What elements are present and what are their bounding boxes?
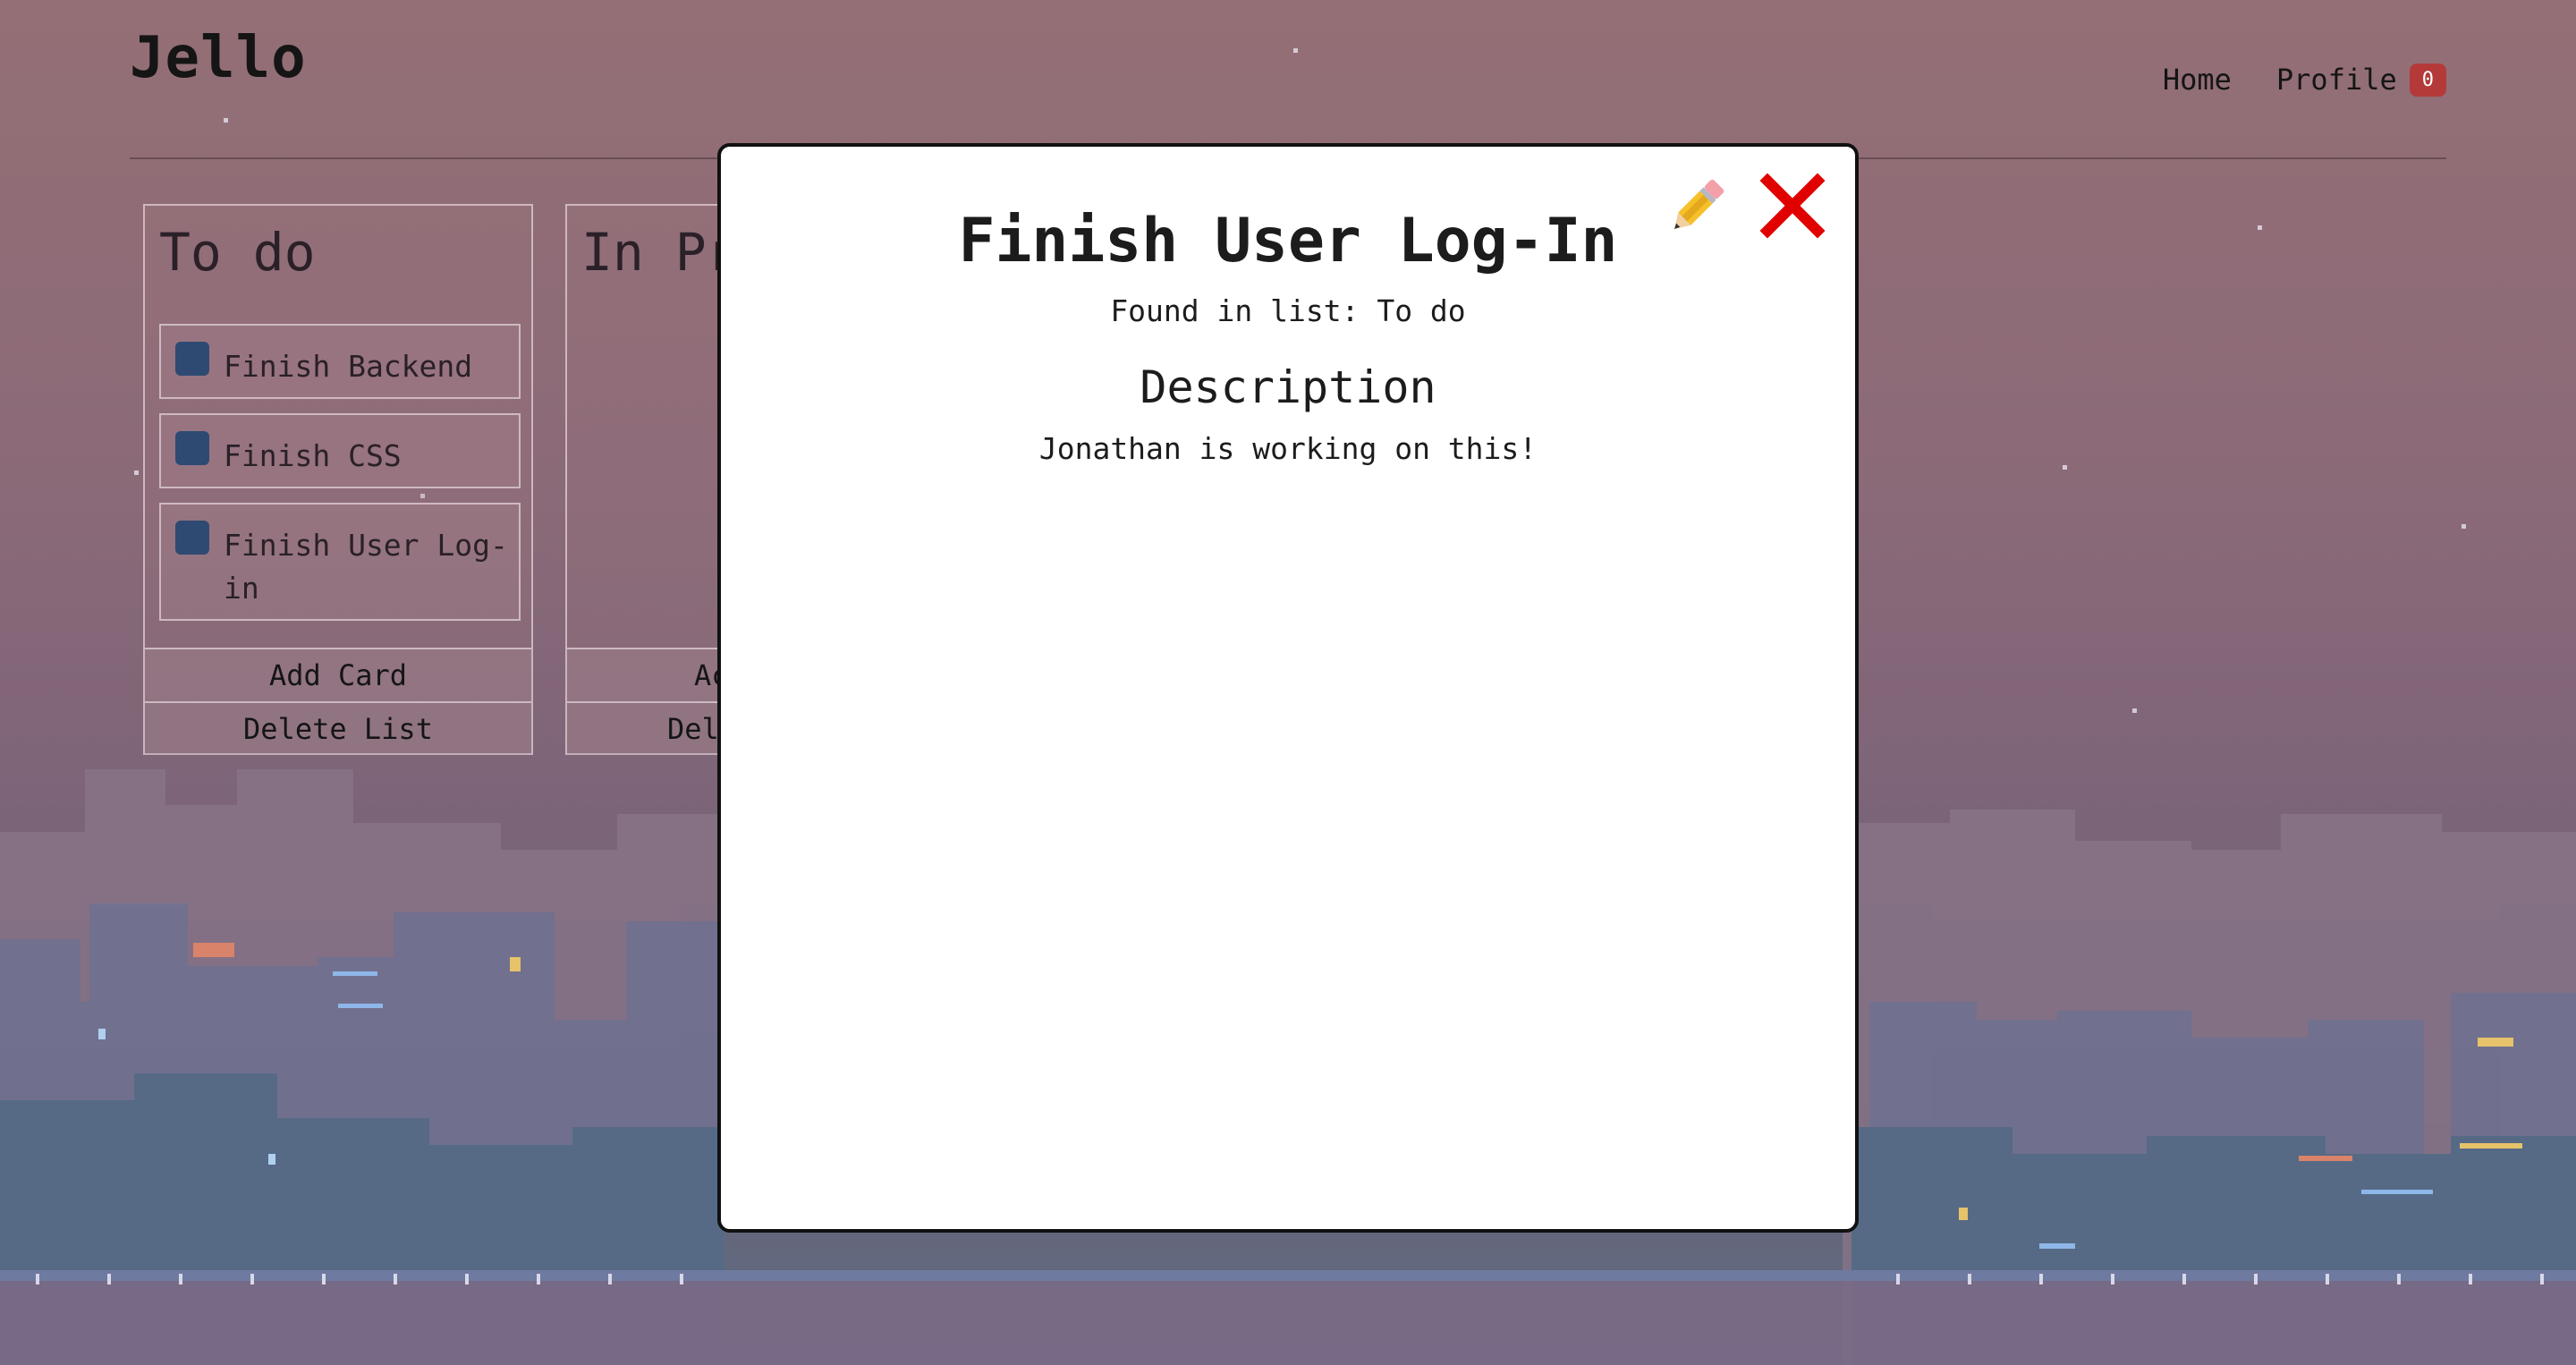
card-label: Finish CSS (224, 438, 402, 473)
brand-logo[interactable]: Jello (130, 25, 307, 91)
card-detail-modal: Finish User Log-In Found in list: To do … (717, 143, 1859, 1233)
list-title: To do (159, 222, 316, 283)
header: Jello Home Profile 0 (130, 25, 2446, 159)
modal-title: Finish User Log-In (958, 206, 1618, 276)
card-checkbox[interactable] (175, 431, 209, 465)
nav-profile-link[interactable]: Profile (2276, 63, 2397, 97)
top-nav: Home Profile 0 (2118, 63, 2446, 97)
card-label: Finish Backend (224, 349, 473, 384)
list-to-do: To do Finish Backend Finish CSS Finish U… (143, 204, 533, 755)
profile-count-badge: 0 (2409, 63, 2446, 97)
card-finish-user-log-in[interactable]: Finish User Log-in (159, 503, 521, 621)
add-card-button[interactable]: Add Card (145, 648, 531, 701)
description-heading: Description (1140, 361, 1436, 413)
delete-list-button[interactable]: Delete List (145, 701, 531, 755)
nav-home-link[interactable]: Home (2163, 63, 2232, 97)
card-finish-css[interactable]: Finish CSS (159, 413, 521, 488)
description-text: Jonathan is working on this! (1038, 431, 1538, 466)
card-label: Finish User Log-in (224, 528, 508, 606)
found-in-list-text: Found in list: To do (1110, 293, 1466, 328)
list-title: In Pr (581, 222, 738, 283)
app-root: Jello Home Profile 0 To do Finish Backen… (0, 0, 2576, 1365)
card-finish-backend[interactable]: Finish Backend (159, 324, 521, 399)
card-checkbox[interactable] (175, 342, 209, 376)
card-checkbox[interactable] (175, 521, 209, 555)
